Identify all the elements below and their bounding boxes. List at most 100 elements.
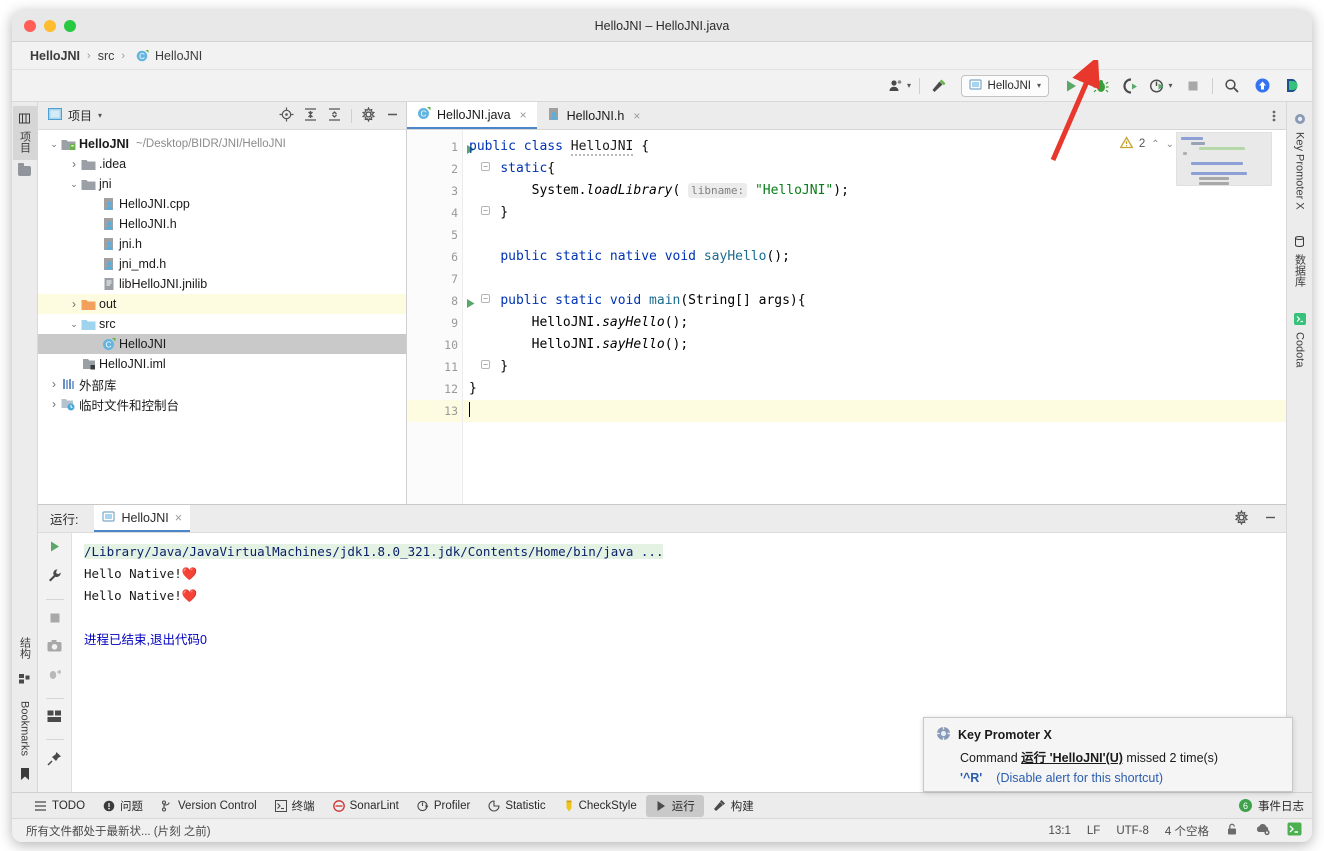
close-icon[interactable]: × [520,108,527,122]
breadcrumb-folder[interactable]: src [98,49,115,63]
previous-highlight-icon[interactable]: ⌃ [1151,139,1159,150]
run-button[interactable] [1059,74,1083,98]
tool-window-button-sonarlint[interactable]: SonarLint [324,797,408,815]
tree-node-jni[interactable]: ⌄ jni [38,174,406,194]
project-panel-title-group[interactable]: 项目 ▾ [48,107,102,124]
chevron-down-icon[interactable]: ⌄ [68,179,80,190]
chevron-right-icon[interactable]: › [48,377,60,391]
terminal-icon[interactable] [1287,822,1302,839]
tool-window-button-checkstyle[interactable]: CheckStyle [555,797,646,815]
close-icon[interactable]: × [175,511,182,525]
tool-window-button-todo[interactable]: TODO [26,797,94,815]
tree-node--[interactable]: › 外部库 [38,374,406,394]
tool-window-button-version-control[interactable]: Version Control [152,797,266,815]
file-encoding[interactable]: UTF-8 [1116,825,1149,837]
gutter-line-13[interactable]: 13 [407,400,462,422]
stop-button[interactable] [1181,74,1205,98]
code-line-6[interactable]: public static native void sayHello(); [463,246,1286,268]
disable-alert-link[interactable]: (Disable alert for this shortcut) [996,771,1163,785]
breadcrumb-file[interactable]: HelloJNI [155,49,202,63]
code-minimap[interactable] [1176,132,1272,186]
tool-window-button--[interactable]: 问题 [94,795,152,817]
tool-window-button--[interactable]: 终端 [266,795,324,817]
gutter-line-5[interactable]: 5 [407,224,462,246]
event-log-button[interactable]: 6 事件日志 [1239,798,1304,814]
inspection-widget[interactable]: 2 ⌃ ⌄ [1119,136,1174,152]
lock-icon[interactable] [1225,822,1239,839]
rerun-icon[interactable] [47,539,62,559]
code-line-8[interactable]: public static void main(String[] args){ [463,290,1286,312]
stop-icon[interactable] [48,611,62,630]
chevron-right-icon[interactable]: › [68,157,80,171]
key-promoter-notification[interactable]: Key Promoter X Command 运行 'HelloJNI'(U) m… [923,717,1293,792]
chevron-down-icon[interactable]: ⌄ [48,139,60,150]
code-line-11[interactable]: } [463,356,1286,378]
code-line-13[interactable] [463,400,1286,422]
tool-window-button-statistic[interactable]: Statistic [479,797,554,815]
update-icon[interactable] [1250,74,1274,98]
line-separator[interactable]: LF [1087,825,1100,837]
settings-gear-icon[interactable] [361,105,376,125]
more-vertical-icon[interactable] [1262,102,1286,129]
project-dropdown-caret-icon[interactable]: ▾ [98,111,102,120]
tool-window-button--[interactable]: 运行 [645,794,704,817]
gutter-line-1[interactable]: 1 [407,136,475,158]
hide-panel-icon[interactable] [385,107,400,125]
gutter-line-3[interactable]: 3 [407,180,462,202]
locate-icon[interactable] [279,107,294,125]
close-icon[interactable]: × [633,109,640,123]
gutter-line-4[interactable]: 4− [407,202,490,224]
sidebar-item-key-promoter[interactable]: Key Promoter X [1290,106,1310,217]
chevron-down-icon[interactable]: ⌄ [68,319,80,330]
editor-tab-hellojni-h[interactable]: HelloJNI.h × [537,102,651,129]
code-line-2[interactable]: static{ [463,158,1286,180]
run-with-coverage-button[interactable] [1119,74,1143,98]
collapse-all-icon[interactable] [327,107,342,125]
tree-node-jni-md-h[interactable]: jni_md.h [38,254,406,274]
gutter-line-2[interactable]: 2− [407,158,490,180]
notification-command-link[interactable]: 运行 'HelloJNI'(U) [1021,751,1123,765]
code-line-12[interactable]: } [463,378,1286,400]
tool-window-button-profiler[interactable]: Profiler [408,797,479,815]
code-line-5[interactable] [463,224,1286,246]
user-icon[interactable]: ▾ [888,74,912,98]
tree-node-src[interactable]: ⌄ src [38,314,406,334]
sidebar-item-bookmarks[interactable]: Bookmarks [15,694,35,763]
tree-node-out[interactable]: › out [38,294,406,314]
editor-gutter[interactable]: 1 2− 3 4− 5 6 7 8− 9 10 11− 12 13 [407,130,490,504]
expand-all-icon[interactable] [303,107,318,125]
gutter-line-8[interactable]: 8− [407,290,490,312]
cloud-icon[interactable] [1255,822,1271,839]
layout-icon[interactable] [47,710,62,728]
code-line-9[interactable]: HelloJNI.sayHello(); [463,312,1286,334]
profile-button[interactable]: ▾ [1149,74,1173,98]
tool-window-button--[interactable]: 构建 [704,795,763,817]
editor-tab-hellojni-java[interactable]: C HelloJNI.java × [407,102,537,129]
chevron-right-icon[interactable]: › [68,297,80,311]
tree-node-libhellojni-jnilib[interactable]: libHelloJNI.jnilib [38,274,406,294]
gutter-line-7[interactable]: 7 [407,268,462,290]
tree-node-hellojni[interactable]: C HelloJNI [38,334,406,354]
wrench-icon[interactable] [47,568,62,588]
code-line-7[interactable] [463,268,1286,290]
sidebar-item-structure[interactable]: 结构 [13,630,37,666]
tree-node-hellojni[interactable]: ⌄ HelloJNI ~/Desktop/BIDR/JNI/HelloJNI [38,134,406,154]
codota-icon[interactable] [1280,74,1304,98]
gutter-line-10[interactable]: 10 [407,334,462,356]
hammer-icon[interactable] [927,74,951,98]
dump-threads-icon[interactable] [47,667,62,687]
gutter-line-9[interactable]: 9 [407,312,462,334]
next-highlight-icon[interactable]: ⌄ [1166,139,1174,150]
debug-button[interactable] [1089,74,1113,98]
run-tab-hellojni[interactable]: HelloJNI × [94,505,191,532]
settings-gear-icon[interactable] [1234,508,1249,528]
sidebar-item-codota[interactable]: Codota [1290,306,1310,374]
code-line-4[interactable]: } [463,202,1286,224]
code-line-3[interactable]: System.loadLibrary( libname: "HelloJNI")… [463,180,1286,202]
gutter-line-12[interactable]: 12 [407,378,462,400]
indent-setting[interactable]: 4 个空格 [1165,823,1209,839]
gutter-line-6[interactable]: 6 [407,246,462,268]
editor-body[interactable]: 1 2− 3 4− 5 6 7 8− 9 10 11− 12 13 public class Hello… [407,130,1286,504]
gutter-line-11[interactable]: 11− [407,356,490,378]
run-configuration-selector[interactable]: HelloJNI ▾ [960,74,1049,97]
